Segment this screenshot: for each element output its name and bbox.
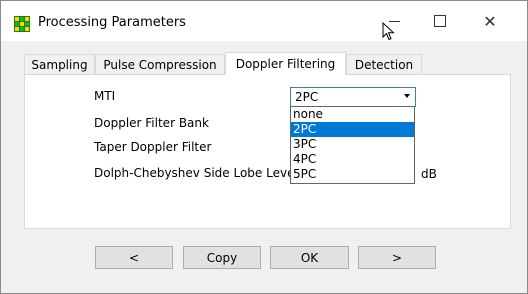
mti-select-value: 2PC — [295, 90, 319, 104]
mti-dropdown-list: none 2PC 3PC 4PC 5PC — [290, 106, 415, 184]
chevron-down-icon[interactable] — [404, 94, 410, 98]
tab-sampling[interactable]: Sampling — [24, 54, 95, 74]
tab-detection[interactable]: Detection — [346, 54, 422, 74]
tab-doppler-filtering[interactable]: Doppler Filtering — [225, 52, 346, 75]
option-5pc[interactable]: 5PC — [291, 167, 414, 182]
mti-label: MTI — [94, 89, 116, 103]
dolph-chebyshev-label: Dolph-Chebyshev Side Lobe Level — [94, 166, 298, 180]
maximize-button[interactable] — [417, 7, 463, 35]
tab-pulse-compression[interactable]: Pulse Compression — [95, 54, 225, 74]
option-2pc[interactable]: 2PC — [291, 122, 414, 137]
option-none[interactable]: none — [291, 107, 414, 122]
maximize-icon — [434, 15, 446, 27]
next-button[interactable]: > — [358, 246, 436, 269]
option-3pc[interactable]: 3PC — [291, 137, 414, 152]
copy-button[interactable]: Copy — [183, 246, 261, 269]
window-title: Processing Parameters — [38, 15, 186, 30]
ok-button[interactable]: OK — [270, 246, 349, 269]
db-unit-label: dB — [421, 167, 437, 181]
doppler-filtering-panel: MTI Doppler Filter Bank Taper Doppler Fi… — [24, 74, 511, 229]
close-button[interactable]: ✕ — [467, 7, 513, 35]
option-4pc[interactable]: 4PC — [291, 152, 414, 167]
taper-doppler-filter-label: Taper Doppler Filter — [94, 140, 212, 154]
app-icon — [14, 16, 30, 32]
mti-select[interactable]: 2PC — [290, 87, 416, 107]
title-bar: Processing Parameters ✕ — [1, 1, 527, 41]
previous-button[interactable]: < — [95, 246, 173, 269]
mouse-cursor-icon — [382, 22, 395, 41]
close-icon: ✕ — [483, 11, 497, 31]
doppler-filter-bank-label: Doppler Filter Bank — [94, 116, 209, 130]
